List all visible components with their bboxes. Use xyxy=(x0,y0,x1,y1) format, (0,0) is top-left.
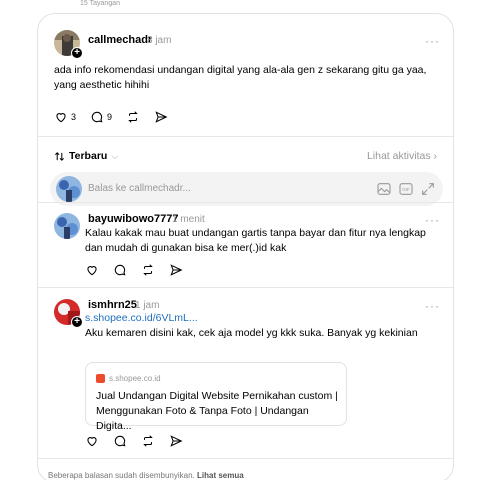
post-time: 3 jam xyxy=(147,35,172,46)
hidden-replies-text: Beberapa balasan sudah disembunyikan. xyxy=(48,471,195,480)
top-strip: 15 Tayangan xyxy=(0,0,500,14)
preview-domain-row: s.shopee.co.id xyxy=(96,374,161,383)
post-avatar[interactable]: + xyxy=(54,30,83,59)
chevron-down-icon: ⌵ xyxy=(111,150,119,161)
link-preview-card[interactable]: s.shopee.co.id Jual Undangan Digital Web… xyxy=(85,362,347,432)
repost-icon xyxy=(128,111,138,123)
reply-actions xyxy=(85,434,183,448)
post-actions: 3 9 xyxy=(54,110,168,124)
reply-more-icon[interactable]: ··· xyxy=(425,213,440,227)
follow-plus-icon[interactable]: + xyxy=(71,316,83,328)
share-button[interactable] xyxy=(154,110,168,124)
reply-input[interactable]: Balas ke callmechadr... xyxy=(88,183,191,194)
reply-username[interactable]: bayuwibowo7777 xyxy=(88,213,178,225)
reply-text: Aku kemaren disini kak, cek aja model yg… xyxy=(85,327,418,339)
image-icon[interactable] xyxy=(376,181,392,197)
repost-icon[interactable] xyxy=(141,263,155,277)
reply-actions xyxy=(85,263,183,277)
reply-time: 1 jam xyxy=(135,300,160,311)
share-icon xyxy=(155,111,168,123)
like-button[interactable]: 3 xyxy=(54,110,76,124)
post-username[interactable]: callmechadr xyxy=(88,34,152,46)
reply-more-icon[interactable]: ··· xyxy=(425,299,440,313)
repost-button[interactable] xyxy=(126,110,140,124)
preview-domain: s.shopee.co.id xyxy=(109,374,161,383)
reply-avatar[interactable] xyxy=(54,213,80,239)
repost-icon[interactable] xyxy=(141,434,155,448)
heart-icon[interactable] xyxy=(85,263,99,277)
heart-icon[interactable] xyxy=(85,434,99,448)
view-activity-link[interactable]: Lihat aktivitas › xyxy=(367,150,437,162)
reply-link[interactable]: s.shopee.co.id/6VLmL... xyxy=(85,312,198,324)
show-all-link[interactable]: Lihat semua xyxy=(197,471,244,480)
reply-button[interactable]: 9 xyxy=(90,110,112,124)
divider xyxy=(38,458,453,459)
avatar-image xyxy=(54,213,80,239)
post-more-icon[interactable]: ··· xyxy=(425,34,440,48)
hidden-replies-note: Beberapa balasan sudah disembunyikan. Li… xyxy=(48,471,244,480)
sort-label: Terbaru xyxy=(69,150,108,162)
comment-icon xyxy=(91,111,103,123)
reply-avatar[interactable]: + xyxy=(54,299,83,328)
post-text: ada info rekomendasi undangan digital ya… xyxy=(54,64,427,91)
comment-icon[interactable] xyxy=(113,434,127,448)
heart-icon xyxy=(56,113,66,123)
like-count: 3 xyxy=(71,112,77,122)
thread-card: + callmechadr 3 jam ··· ada info rekomen… xyxy=(37,13,454,480)
sort-dropdown[interactable]: Terbaru ⌵ xyxy=(54,150,118,162)
chevron-right-icon: › xyxy=(433,150,438,162)
divider xyxy=(38,202,453,203)
reply-text: Kalau kakak mau buat undangan gartis tan… xyxy=(85,227,426,254)
svg-text:GIF: GIF xyxy=(402,187,410,192)
view-count: 15 Tayangan xyxy=(80,0,120,7)
shopee-icon xyxy=(96,374,105,383)
share-icon[interactable] xyxy=(169,263,183,277)
preview-title: Jual Undangan Digital Website Pernikahan… xyxy=(96,390,338,432)
reply-composer[interactable]: Balas ke callmechadr... GIF xyxy=(50,172,443,206)
follow-plus-icon[interactable]: + xyxy=(71,47,83,59)
divider xyxy=(38,287,453,288)
avatar-image xyxy=(56,176,82,202)
reply-count: 9 xyxy=(107,112,113,122)
reply-time: 1 menit xyxy=(172,214,205,225)
expand-icon[interactable] xyxy=(420,181,436,197)
reply-username[interactable]: ismhrn25 xyxy=(88,299,137,311)
activity-label: Lihat aktivitas xyxy=(366,150,431,162)
share-icon[interactable] xyxy=(169,434,183,448)
composer-avatar xyxy=(56,176,82,202)
gif-icon[interactable]: GIF xyxy=(398,181,414,197)
comment-icon[interactable] xyxy=(113,263,127,277)
sort-icon xyxy=(55,151,64,161)
divider xyxy=(38,136,453,137)
